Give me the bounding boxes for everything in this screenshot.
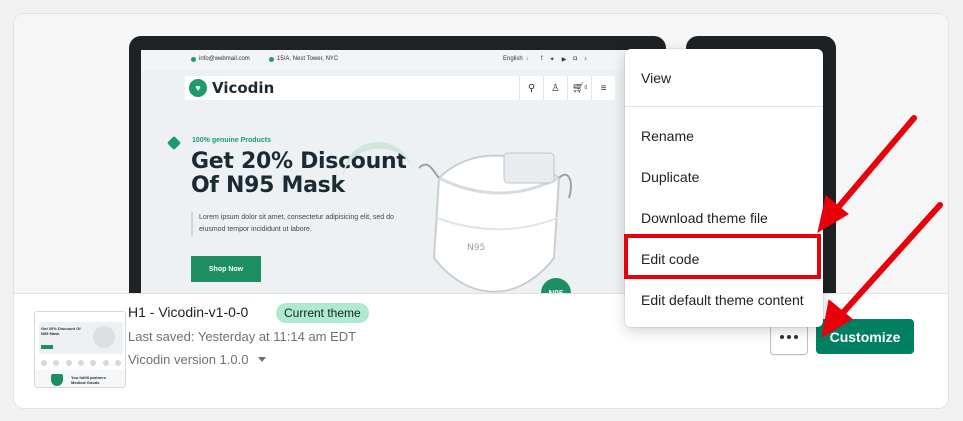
preview-navbar: ♥ Vicodin ⚲ ♙ 🛒︎ 0 ≡ xyxy=(185,76,615,100)
laptop-screen: info@webmail.com 15/A, Nest Tower, NYC E… xyxy=(141,50,654,294)
search-icon: ⚲ xyxy=(519,76,543,100)
preview-email: info@webmail.com xyxy=(191,56,250,62)
preview-brand-name: Vicodin xyxy=(212,79,275,97)
menu-item-duplicate[interactable]: Duplicate xyxy=(625,157,823,197)
n95-mask-image: N95 xyxy=(418,152,572,293)
preview-shop-now-button: Shop Now xyxy=(191,256,261,282)
thumbnail-button xyxy=(41,345,53,349)
preview-email-text: info@webmail.com xyxy=(199,56,250,62)
menu-item-download-theme-file[interactable]: Download theme file xyxy=(625,198,823,238)
laptop-mockup: info@webmail.com 15/A, Nest Tower, NYC E… xyxy=(129,36,666,294)
thumbnail-title: Get 20% Discount Of N95 Mask xyxy=(41,326,81,336)
preview-nav-icons: ⚲ ♙ 🛒︎ 0 ≡ xyxy=(519,76,615,100)
leaf-icon xyxy=(166,135,182,151)
cart-icon: 🛒︎ 0 xyxy=(567,76,591,100)
mail-icon xyxy=(191,56,196,62)
current-theme-badge: Current theme xyxy=(276,303,369,323)
ellipsis-icon xyxy=(780,335,784,339)
preview-hero-text: Lorem ipsum dolor sit amet, consectetur … xyxy=(191,212,401,236)
user-icon: ♙ xyxy=(543,76,567,100)
last-saved-text: Last saved: Yesterday at 11:14 am EDT xyxy=(128,329,357,344)
thumbnail-icon-row xyxy=(41,360,121,366)
preview-language-text: English xyxy=(503,56,523,62)
thumbnail-mask-image xyxy=(93,326,115,348)
thumbnail-footer-text: You fulfill partners Medical Goods xyxy=(71,375,107,385)
caret-down-icon xyxy=(258,357,267,362)
menu-icon: ≡ xyxy=(591,76,615,100)
theme-actions-menu: View Rename Duplicate Download theme fil… xyxy=(625,49,823,327)
thumbnail-footer: You fulfill partners Medical Goods xyxy=(35,370,125,387)
mask-label: N95 xyxy=(467,243,485,253)
theme-version-label: Vicodin version 1.0.0 xyxy=(128,352,249,367)
menu-item-edit-default-theme-content[interactable]: Edit default theme content xyxy=(625,280,823,320)
preview-topbar: info@webmail.com 15/A, Nest Tower, NYC E… xyxy=(141,50,654,70)
tiktok-icon: ♪ xyxy=(583,56,587,62)
theme-version-dropdown[interactable]: Vicodin version 1.0.0 xyxy=(128,352,267,367)
instagram-icon: ◘ xyxy=(573,56,577,62)
preview-address: 15/A, Nest Tower, NYC xyxy=(269,56,338,62)
customize-button[interactable]: Customize xyxy=(816,319,914,354)
edit-code-highlight-box xyxy=(624,234,821,279)
preview-language: English ↓ xyxy=(503,56,529,62)
preview-address-text: 15/A, Nest Tower, NYC xyxy=(277,56,339,62)
arrow-down-icon: ↓ xyxy=(525,56,529,62)
preview-social-icons: f ✦ ▶ ◘ ♪ xyxy=(541,56,587,63)
shield-icon xyxy=(51,374,63,386)
theme-thumbnail: Get 20% Discount Of N95 Mask You fulfill… xyxy=(34,311,126,388)
facebook-icon: f xyxy=(541,56,543,62)
menu-item-view[interactable]: View xyxy=(625,58,823,98)
theme-name: H1 - Vicodin-v1-0-0 xyxy=(128,304,249,320)
youtube-icon: ▶ xyxy=(561,57,567,63)
location-icon xyxy=(269,56,274,62)
twitter-icon: ✦ xyxy=(549,57,555,63)
preview-hero-tag: 100% genuine Products xyxy=(192,137,271,144)
heart-logo-icon: ♥ xyxy=(189,79,207,97)
menu-item-rename[interactable]: Rename xyxy=(625,116,823,156)
menu-divider xyxy=(625,106,823,107)
preview-logo: ♥ Vicodin xyxy=(189,79,274,97)
cart-count: 0 xyxy=(584,85,588,91)
